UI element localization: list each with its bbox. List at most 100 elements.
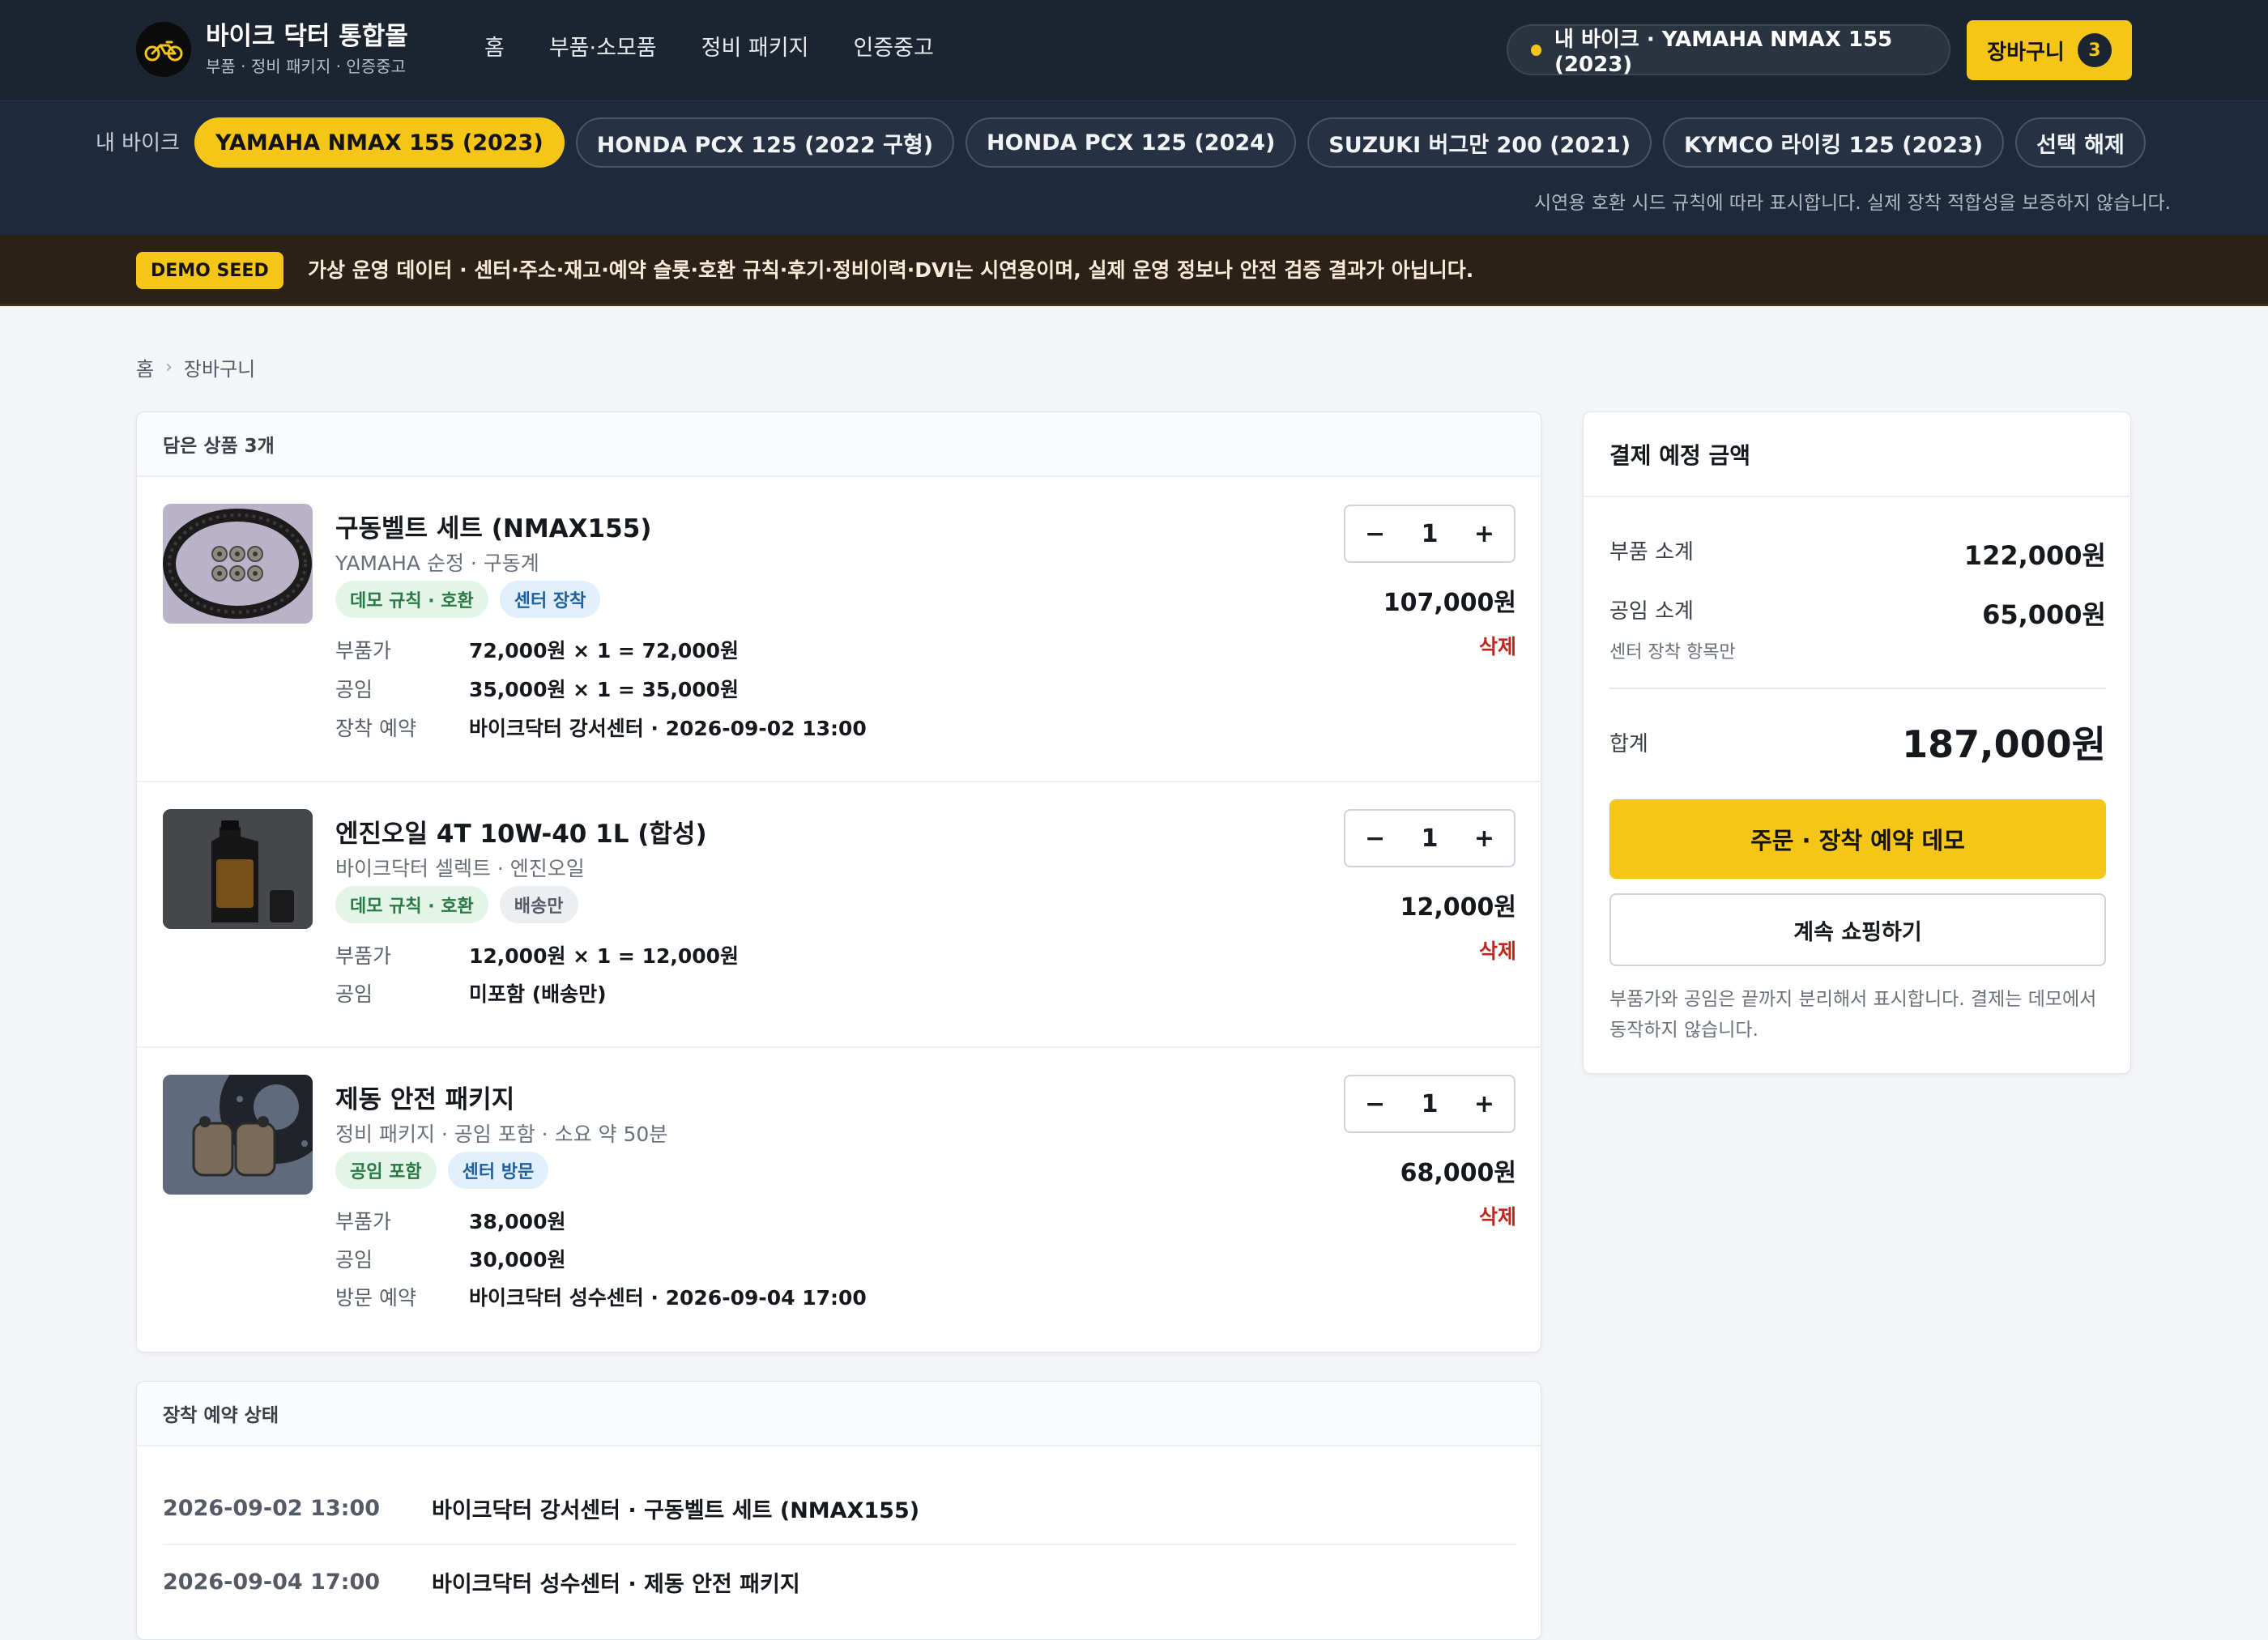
order-reserve-button[interactable]: 주문 · 장착 예약 데모 [1609, 799, 2106, 879]
item-detail-row: 공임 미포함 (배송만) [335, 981, 607, 1008]
breadcrumb-home[interactable]: 홈 [136, 353, 154, 381]
item-subtitle: 정비 패키지 · 공임 포함 · 소요 약 50분 [335, 1122, 668, 1146]
item-detail-row: 공임 35,000원 × 1 = 35,000원 [335, 676, 739, 704]
total-label: 합계 [1609, 731, 1648, 756]
detail-label: 부품가 [335, 1210, 392, 1233]
nav-home[interactable]: 홈 [484, 32, 505, 65]
increase-button[interactable]: + [1474, 1090, 1494, 1118]
reservation-description: 바이크닥터 강서센터 · 구동벨트 세트 (NMAX155) [432, 1497, 920, 1523]
quantity-value[interactable]: 1 [1422, 1090, 1439, 1118]
labor-subtotal-label: 공임 소계 [1609, 599, 1694, 624]
product-image-drive-belt [163, 504, 313, 624]
my-bike-pill[interactable]: 내 바이크 · YAMAHA NMAX 155 (2023) [1507, 24, 1950, 77]
item-detail-row: 방문 예약 바이크닥터 성수센터 · 2026-09-04 17:00 [335, 1284, 867, 1312]
demo-seed-badge: DEMO SEED [136, 252, 284, 289]
cart-item: 엔진오일 4T 10W-40 1L (합성) 바이크닥터 셀렉트 · 엔진오일 … [137, 782, 1542, 1048]
reservation-status-header: 장착 예약 상태 [137, 1382, 1541, 1446]
item-price: 107,000원 [1383, 589, 1516, 617]
reservation-status-card: 장착 예약 상태 2026-09-02 13:00 바이크닥터 강서센터 · 구… [136, 1381, 1541, 1640]
decrease-button[interactable]: − [1365, 520, 1385, 548]
bike-selector-label: 내 바이크 [96, 131, 180, 155]
cart-button-label: 장바구니 [1987, 40, 2065, 65]
item-detail-row: 공임 30,000원 [335, 1246, 565, 1274]
nav-parts[interactable]: 부품·소모품 [549, 32, 657, 65]
my-bike-pill-label: 내 바이크 · YAMAHA NMAX 155 (2023) [1554, 28, 1893, 77]
motorcycle-logo-icon [136, 22, 191, 77]
product-image-brake-package [163, 1075, 313, 1195]
demo-banner-text: 가상 운영 데이터 · 센터·주소·재고·예약 슬롯·호환 규칙·후기·정비이력… [308, 258, 1474, 282]
cart-item: 구동벨트 세트 (NMAX155) YAMAHA 순정 · 구동계 데모 규칙 … [137, 477, 1542, 782]
bike-chip-kymco-like[interactable]: KYMCO 라이킹 125 (2023) [1663, 117, 2005, 168]
item-title[interactable]: 제동 안전 패키지 [335, 1079, 514, 1115]
reservation-datetime: 2026-09-02 13:00 [163, 1495, 381, 1521]
detail-value: 38,000원 [469, 1210, 566, 1233]
delete-button[interactable]: 삭제 [1479, 1201, 1516, 1230]
bike-chip-clear[interactable]: 선택 해제 [2015, 117, 2146, 168]
detail-label: 공임 [335, 982, 373, 1006]
brand-subtitle: 부품 · 정비 패키지 · 인증중고 [206, 57, 406, 76]
detail-value: 바이크닥터 강서센터 · 2026-09-02 13:00 [469, 717, 867, 740]
demo-banner: DEMO SEED 가상 운영 데이터 · 센터·주소·재고·예약 슬롯·호환 … [0, 235, 2268, 306]
reservation-row: 2026-09-04 17:00 바이크닥터 성수센터 · 제동 안전 패키지 [163, 1545, 1516, 1618]
item-price: 12,000원 [1400, 893, 1516, 922]
decrease-button[interactable]: − [1365, 824, 1385, 853]
delete-button[interactable]: 삭제 [1479, 935, 1516, 965]
bike-selector-bar: 내 바이크 YAMAHA NMAX 155 (2023) HONDA PCX 1… [0, 101, 2268, 235]
labor-subtotal-value: 65,000원 [1982, 599, 2106, 630]
parts-subtotal-row: 부품 소계 122,000원 [1609, 535, 2106, 573]
status-dot-icon [1531, 44, 1542, 56]
detail-label: 장착 예약 [335, 717, 416, 740]
detail-value: 미포함 (배송만) [469, 982, 607, 1006]
quantity-value[interactable]: 1 [1422, 824, 1439, 853]
detail-value: 바이크닥터 성수센터 · 2026-09-04 17:00 [469, 1286, 867, 1310]
brand-title: 바이크 닥터 통합몰 [206, 22, 408, 51]
tag-compatible: 데모 규칙 · 호환 [335, 581, 488, 618]
bike-chips: YAMAHA NMAX 155 (2023) HONDA PCX 125 (20… [194, 117, 2157, 168]
parts-subtotal-value: 122,000원 [1963, 540, 2106, 571]
item-detail-row: 장착 예약 바이크닥터 강서센터 · 2026-09-02 13:00 [335, 715, 867, 743]
nav-service-packages[interactable]: 정비 패키지 [701, 32, 809, 65]
increase-button[interactable]: + [1474, 824, 1494, 853]
breadcrumb-current: 장바구니 [183, 358, 256, 381]
detail-label: 공임 [335, 1248, 373, 1272]
product-image-engine-oil [163, 809, 313, 929]
labor-subtotal-row: 공임 소계 65,000원 [1609, 594, 2106, 632]
payment-summary-header: 결제 예정 금액 [1584, 412, 2130, 497]
item-detail-row: 부품가 38,000원 [335, 1208, 565, 1236]
summary-footnote: 부품가와 공임은 끝까지 분리해서 표시합니다. 결제는 데모에서 동작하지 않… [1609, 989, 2097, 1041]
decrease-button[interactable]: − [1365, 1090, 1385, 1118]
tag-delivery-only: 배송만 [499, 886, 578, 923]
item-title[interactable]: 구동벨트 세트 (NMAX155) [335, 508, 651, 544]
delete-button[interactable]: 삭제 [1479, 631, 1516, 660]
bike-chip-honda-pcx-2024[interactable]: HONDA PCX 125 (2024) [966, 117, 1297, 168]
nav-certified-used[interactable]: 인증중고 [853, 32, 933, 65]
summary-divider [1609, 688, 2106, 689]
cart-button[interactable]: 장바구니 3 [1967, 20, 2132, 80]
detail-value: 35,000원 × 1 = 35,000원 [469, 678, 740, 701]
bike-chip-honda-pcx-2022[interactable]: HONDA PCX 125 (2022 구형) [575, 117, 955, 168]
reservation-row: 2026-09-02 13:00 바이크닥터 강서센터 · 구동벨트 세트 (N… [163, 1472, 1516, 1545]
quantity-value[interactable]: 1 [1422, 520, 1439, 548]
payment-summary-card: 결제 예정 금액 부품 소계 122,000원 공임 소계 65,000원 센터… [1583, 411, 2131, 1074]
parts-subtotal-label: 부품 소계 [1609, 540, 1694, 564]
total-row: 합계 187,000원 [1609, 715, 2106, 769]
detail-label: 부품가 [335, 639, 392, 662]
cart-items-card: 담은 상품 3개 구동벨트 세트 (NMAX155) YAMAHA 순정 · 구… [136, 411, 1542, 1353]
brand[interactable]: 바이크 닥터 통합몰 부품 · 정비 패키지 · 인증중고 [136, 21, 408, 78]
quantity-stepper: − 1 + [1344, 809, 1516, 867]
compat-note: 시연용 호환 시드 규칙에 따라 표시합니다. 실제 장착 적합성을 보증하지 … [1533, 193, 2171, 214]
detail-value: 12,000원 × 1 = 12,000원 [469, 944, 740, 968]
cart-item: 제동 안전 패키지 정비 패키지 · 공임 포함 · 소요 약 50분 공임 포… [137, 1048, 1542, 1353]
increase-button[interactable]: + [1474, 520, 1494, 548]
labor-subtotal-note: 센터 장착 항목만 [1609, 642, 1736, 662]
tag-labor-included: 공임 포함 [335, 1152, 437, 1189]
tag-center-visit: 센터 방문 [447, 1152, 549, 1189]
chevron-right-icon: › [165, 357, 173, 377]
item-title[interactable]: 엔진오일 4T 10W-40 1L (합성) [335, 813, 707, 850]
bike-chip-suzuki-burgman[interactable]: SUZUKI 버그만 200 (2021) [1307, 117, 1652, 168]
reservation-description: 바이크닥터 성수센터 · 제동 안전 패키지 [432, 1571, 800, 1597]
bike-chip-yamaha-nmax[interactable]: YAMAHA NMAX 155 (2023) [194, 117, 565, 168]
main-nav: 홈 부품·소모품 정비 패키지 인증중고 [484, 32, 978, 65]
continue-shopping-button[interactable]: 계속 쇼핑하기 [1609, 893, 2106, 966]
reservation-datetime: 2026-09-04 17:00 [163, 1569, 381, 1595]
